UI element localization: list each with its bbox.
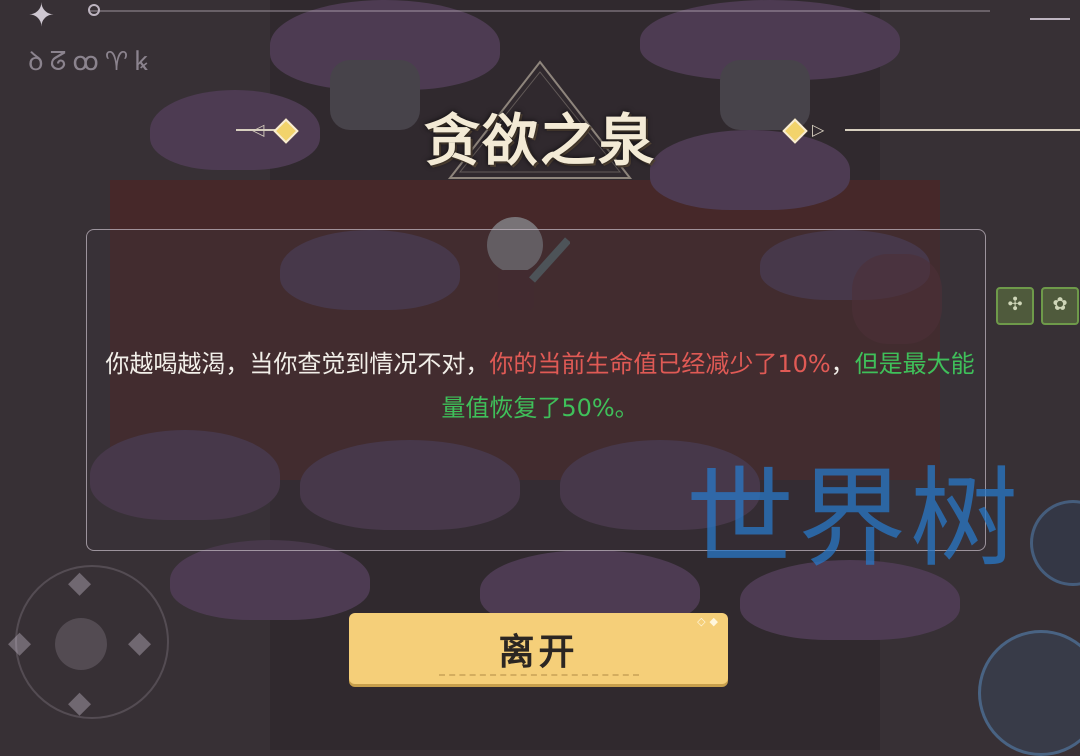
joystick-thumb[interactable]	[55, 618, 107, 670]
event-message: 你越喝越渴，当你查觉到情况不对，你的当前生命值已经减少了10%，但是最大能量值恢…	[100, 342, 980, 430]
message-health-penalty: 你的当前生命值已经减少了10%	[489, 350, 831, 378]
progress-track	[90, 10, 990, 12]
event-title: 贪欲之泉	[424, 108, 656, 174]
title-diamond-left-icon	[273, 118, 299, 144]
event-title-banner: ◁ 贪欲之泉 ▷	[0, 58, 1080, 188]
title-diamond-right-icon	[782, 118, 808, 144]
dpad-left-icon: ◆	[8, 625, 32, 660]
watermark-text: 世界树	[686, 457, 1023, 582]
dpad-right-icon: ◆	[128, 625, 152, 660]
title-deco-line-right	[845, 129, 1080, 131]
leave-button-label: 离开	[498, 631, 579, 673]
leave-button[interactable]: 离开 ◇◆	[349, 613, 728, 684]
message-normal-text: 你越喝越渴，当你查觉到情况不对，	[105, 350, 490, 378]
buff-slot-2[interactable]: ✿	[1041, 287, 1079, 325]
dpad-down-icon: ◆	[68, 685, 92, 720]
dpad-up-icon: ◆	[68, 565, 92, 600]
message-separator: ，	[830, 350, 855, 378]
title-arrow-right-icon: ▷	[812, 120, 825, 139]
button-dash-ornament	[439, 674, 639, 676]
progress-marker	[88, 4, 100, 16]
buff-slot-1[interactable]: ✣	[996, 287, 1034, 325]
button-corner-ornament-icon: ◇◆	[697, 615, 722, 628]
title-arrow-left-icon: ◁	[252, 120, 265, 139]
progress-end-cap	[1030, 18, 1070, 28]
star-compass-icon: ✦	[28, 0, 55, 34]
